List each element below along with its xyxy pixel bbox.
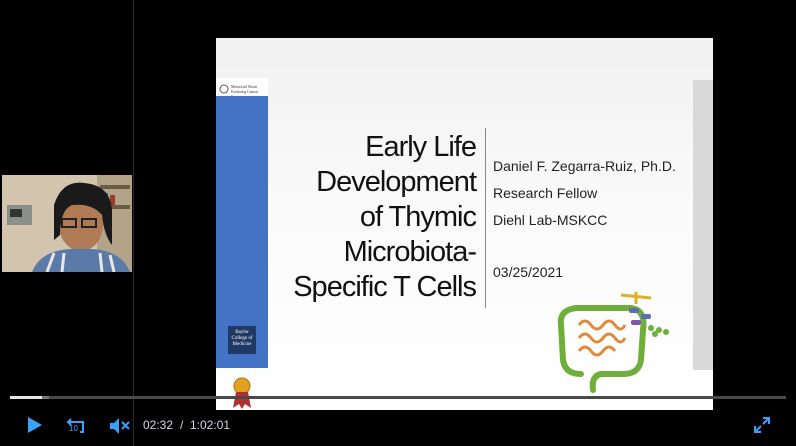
- fullscreen-button[interactable]: [753, 416, 771, 439]
- player-controls: 10 02:32 / 1:02:01: [0, 389, 796, 446]
- slide-side-panel: [693, 80, 713, 370]
- time-separator: /: [180, 418, 184, 432]
- presenter-role: Research Fellow: [493, 185, 598, 201]
- duration: 1:02:01: [190, 418, 231, 432]
- mute-button[interactable]: [108, 416, 130, 441]
- presentation-slide: Memorial Sloan Kettering Cancer Center B…: [216, 38, 713, 410]
- progress-played: [10, 396, 42, 399]
- progress-bar[interactable]: [10, 396, 786, 399]
- slide-title: Early Life Development of Thymic Microbi…: [293, 131, 477, 303]
- current-time: 02:32: [143, 418, 174, 432]
- play-icon: [28, 417, 42, 433]
- presentation-date: 03/25/2021: [493, 264, 564, 280]
- gut-microbiota-illustration: [557, 292, 669, 393]
- play-button[interactable]: [25, 416, 43, 439]
- presenter-name: Daniel F. Zegarra-Ruiz, Ph.D.: [493, 158, 676, 174]
- mute-icon: [110, 418, 130, 434]
- title-divider: [485, 128, 486, 308]
- fullscreen-icon: [754, 417, 770, 433]
- webcam-video: [2, 175, 132, 272]
- progress-buffered: [41, 396, 49, 399]
- presenter-lab: Diehl Lab-MSKCC: [493, 212, 608, 228]
- rewind-10-button[interactable]: 10: [66, 415, 88, 442]
- baylor-logo: Baylor College of Medicine: [228, 326, 256, 354]
- participant-sidebar: [0, 0, 134, 446]
